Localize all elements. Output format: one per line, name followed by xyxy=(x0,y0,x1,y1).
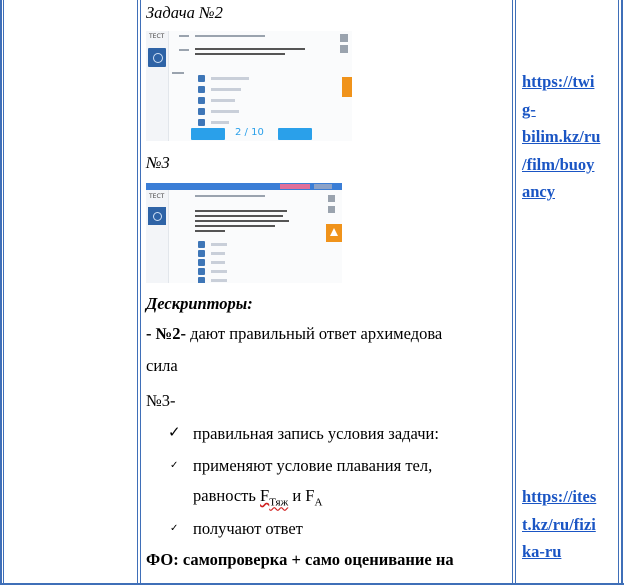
assessment-footer: ФО: самопроверка + само оценивание на xyxy=(146,550,454,569)
screenshot3-topbar-grey xyxy=(314,184,332,189)
screenshot3-topbar xyxy=(146,183,342,190)
screenshot2-question-label xyxy=(179,35,189,37)
descriptor-line1: - №2- дают правильный ответ архимедова xyxy=(146,324,442,344)
force-fa: F xyxy=(260,486,270,505)
screenshot2-side-icon xyxy=(340,45,348,53)
screenshot2-warning-badge xyxy=(342,77,352,97)
screenshot3-warning-badge xyxy=(326,224,342,242)
descriptor-line1-text: дают правильный ответ архимедова xyxy=(185,324,443,343)
warning-icon xyxy=(330,228,338,236)
link1-line: g- xyxy=(522,99,536,119)
screenshot2-option xyxy=(198,118,229,126)
task2-screenshot: ТЕСТ 2 / 10 xyxy=(146,31,352,141)
table-border-left-outer xyxy=(0,0,2,585)
screenshot2-logo-text: ТЕСТ xyxy=(149,33,165,40)
descriptor-check3: получают ответ xyxy=(193,519,303,538)
screenshot2-option xyxy=(198,85,241,93)
descriptor-line1-prefix: - xyxy=(146,324,156,343)
descriptor-line3: №3- xyxy=(146,391,176,410)
force-sub-gravity: Тяж xyxy=(269,496,289,509)
screenshot3-option xyxy=(198,276,227,283)
resource-link-twig[interactable]: https://twi g- bilim.kz/ru /film/buoy an… xyxy=(522,68,600,206)
task2-heading: Задача №2 xyxy=(146,3,223,22)
descriptor-check2b-text: равность xyxy=(193,486,261,505)
task3-screenshot: ТЕСТ xyxy=(146,183,342,283)
link2-line: ka-ru xyxy=(522,542,562,561)
descriptor-check2a: применяют условие плавания тел, xyxy=(193,456,433,475)
link1-line: ancy xyxy=(522,182,555,201)
screenshot2-question-label-2 xyxy=(179,49,189,51)
screenshot3-question-line xyxy=(195,230,225,232)
table-border-col1-a xyxy=(137,0,138,585)
link1-line: https://twi xyxy=(522,72,595,91)
screenshot2-answers-label xyxy=(172,72,184,74)
descriptor-check2b: равность FТяж и FA xyxy=(193,486,322,512)
force-and: и F xyxy=(288,486,315,505)
check-icon: ✓ xyxy=(168,423,181,441)
screenshot3-question-line xyxy=(195,220,289,222)
force-sub-archimedes: A xyxy=(314,496,323,509)
screenshot3-topic-line xyxy=(195,195,265,197)
screenshot3-question-line xyxy=(195,215,283,217)
screenshot3-sidebar xyxy=(146,190,169,283)
screenshot3-topbar-pink xyxy=(280,184,310,189)
descriptor-line2: сила xyxy=(146,356,178,375)
screenshot2-next-button xyxy=(278,128,312,140)
screenshot3-option xyxy=(198,258,225,266)
check-icon: ✓ xyxy=(170,460,179,471)
screenshot3-option xyxy=(198,249,225,257)
screenshot3-question-line xyxy=(195,210,287,212)
task3-heading: №3 xyxy=(146,153,170,172)
descriptors-title: Дескрипторы: xyxy=(146,294,253,313)
screenshot3-user-panel xyxy=(148,207,166,225)
screenshot2-option xyxy=(198,96,235,104)
table-border-right-b xyxy=(621,0,623,585)
screenshot3-side-icon xyxy=(328,206,335,213)
link2-line: t.kz/ru/fizi xyxy=(522,514,596,534)
screenshot2-user-icon xyxy=(153,53,163,63)
screenshot3-user-icon xyxy=(153,212,162,221)
screenshot2-question-line1 xyxy=(195,48,305,50)
screenshot3-question-line xyxy=(195,225,275,227)
screenshot2-option xyxy=(198,74,249,82)
screenshot2-side-icon xyxy=(340,34,348,42)
screenshot3-logo-text: ТЕСТ xyxy=(149,193,165,200)
table-border-col1-b xyxy=(140,0,141,585)
link2-line: https://ites xyxy=(522,487,597,506)
descriptor-check1: правильная запись условия задачи: xyxy=(193,424,439,443)
table-border-left-inner xyxy=(3,0,4,585)
screenshot2-prev-button xyxy=(191,128,225,140)
content-cell: Задача №2 ТЕСТ 2 / 10 №3 ТЕСТ Дескриптор… xyxy=(146,0,508,585)
screenshot2-counter: 2 / 10 xyxy=(235,127,264,138)
screenshot2-option xyxy=(198,107,239,115)
table-border-col2-a xyxy=(512,0,513,585)
table-border-col2-b xyxy=(515,0,516,585)
screenshot2-question-line2 xyxy=(195,53,285,55)
resource-link-itest[interactable]: https://ites t.kz/ru/fizi ka-ru xyxy=(522,483,596,566)
screenshot2-user-panel xyxy=(148,48,166,67)
link1-line: /film/buoy xyxy=(522,154,595,174)
screenshot3-option xyxy=(198,240,227,248)
table-border-right-a xyxy=(618,0,619,585)
descriptor-line1-bold: №2- xyxy=(155,324,186,343)
screenshot2-topic-line xyxy=(195,35,265,37)
screenshot3-option xyxy=(198,267,227,275)
screenshot3-side-icon xyxy=(328,195,335,202)
check-icon: ✓ xyxy=(170,523,179,534)
link1-line: bilim.kz/ru xyxy=(522,127,601,146)
